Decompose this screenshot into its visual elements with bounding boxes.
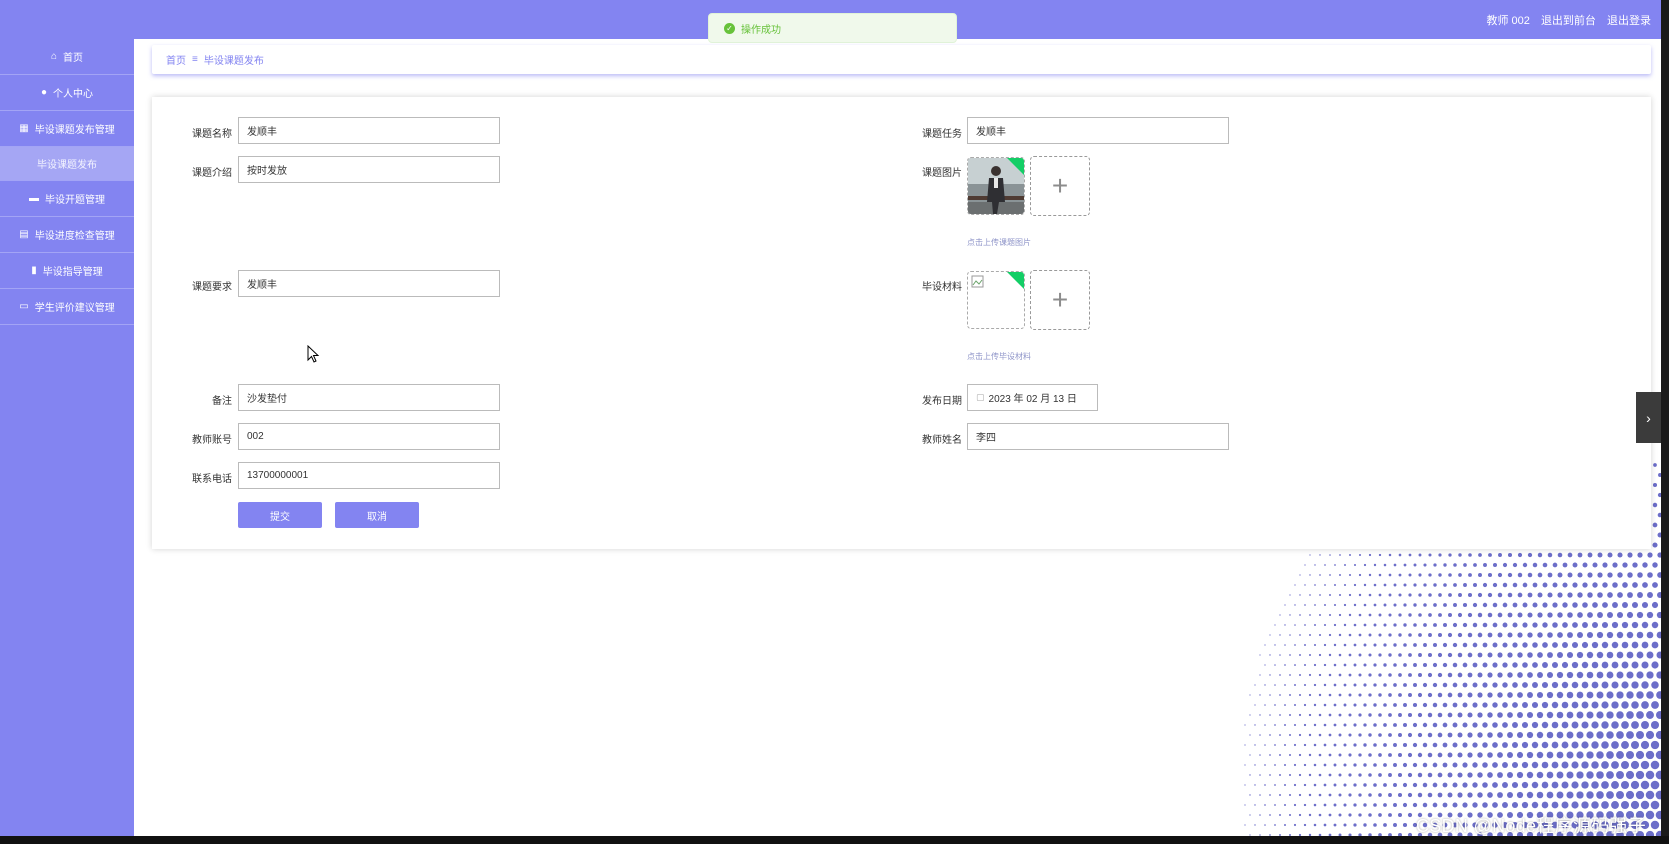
home-icon: ⌂ — [50, 51, 58, 62]
grid-icon: ▦ — [19, 123, 29, 134]
sidebar-item-profile[interactable]: ● 个人中心 — [0, 75, 134, 111]
breadcrumb-current: 毕设课题发布 — [203, 56, 264, 67]
window-right-edge — [1661, 0, 1669, 844]
sidebar-item-label: 毕设课题发布 — [37, 160, 97, 171]
topic-image-thumb[interactable] — [967, 157, 1025, 215]
check-circle-icon: ✓ — [724, 22, 735, 34]
task-input[interactable]: 发顺丰 — [967, 117, 1229, 144]
upload-success-mark — [1007, 272, 1024, 289]
submit-button[interactable]: 提交 — [238, 502, 322, 528]
broken-image-icon — [971, 275, 984, 288]
cancel-button[interactable]: 取消 — [335, 502, 419, 528]
breadcrumb: 首页 ≡ 毕设课题发布 — [152, 45, 1651, 74]
title-label: 课题名称 — [192, 129, 232, 140]
breadcrumb-home[interactable]: 首页 — [166, 52, 186, 67]
teacher-name-input[interactable]: 李四 — [967, 423, 1229, 450]
sidebar-item-label: 个人中心 — [53, 89, 94, 100]
sidebar-item-topic-manage[interactable]: ▦ 毕设课题发布管理 — [0, 111, 134, 147]
material-upload-hint[interactable]: 点击上传毕设材料 — [967, 351, 1031, 362]
breadcrumb-separator: ≡ — [192, 54, 198, 65]
material-thumb[interactable] — [967, 271, 1025, 329]
plus-icon: + — [1051, 284, 1069, 315]
sidebar-subitem-topic-publish[interactable]: 毕设课题发布 — [0, 147, 134, 181]
sidebar-item-label: 学生评价建议管理 — [34, 303, 115, 314]
intro-input[interactable]: 按时发放 — [238, 156, 500, 183]
requirement-input[interactable]: 发顺丰 — [238, 270, 500, 297]
phone-input[interactable]: 13700000001 — [238, 462, 500, 489]
requirement-label: 课题要求 — [192, 282, 232, 293]
sidebar-item-opening[interactable]: ▬ 毕设开题管理 — [0, 181, 134, 217]
sidebar-item-label: 毕设开题管理 — [45, 195, 105, 206]
sidebar: ⌂ 首页 ● 个人中心 ▦ 毕设课题发布管理 毕设课题发布 ▬ 毕设开题管理 ▤… — [0, 39, 134, 836]
sidebar-item-evaluation[interactable]: ▭ 学生评价建议管理 — [0, 289, 134, 325]
csdn-watermark: CSDN @Node程序源码强子 — [1416, 816, 1647, 836]
material-label: 毕设材料 — [922, 282, 962, 293]
table-icon: ▤ — [19, 229, 29, 240]
side-drawer-toggle[interactable]: › — [1636, 392, 1661, 443]
title-input[interactable]: 发顺丰 — [238, 117, 500, 144]
phone-label: 联系电话 — [192, 474, 232, 485]
sidebar-item-guidance[interactable]: ▮ 毕设指导管理 — [0, 253, 134, 289]
calendar-icon: ▢ — [976, 392, 985, 402]
sidebar-item-label: 毕设指导管理 — [42, 267, 103, 278]
publish-date-value: 2023 年 02 月 13 日 — [988, 394, 1077, 405]
toast-message: 操作成功 — [741, 24, 781, 36]
ticket-icon: ▭ — [19, 301, 29, 312]
mouse-cursor-icon — [307, 345, 320, 363]
topbar-user-area: 教师 002 退出到前台 退出登录 — [1478, 12, 1651, 28]
briefcase-icon: ▬ — [29, 193, 39, 204]
chevron-right-icon: › — [1646, 409, 1651, 426]
add-material-button[interactable]: + — [1030, 270, 1090, 330]
date-label: 发布日期 — [922, 396, 962, 407]
sidebar-item-home[interactable]: ⌂ 首页 — [0, 39, 134, 75]
image-upload-hint[interactable]: 点击上传课题图片 — [967, 237, 1031, 248]
remark-input[interactable]: 沙发垫付 — [238, 384, 500, 411]
image-label: 课题图片 — [922, 168, 962, 179]
publish-date-picker[interactable]: ▢ 2023 年 02 月 13 日 — [967, 384, 1098, 411]
clipboard-icon: ▮ — [31, 265, 37, 276]
sidebar-item-label: 首页 — [63, 53, 84, 64]
add-image-button[interactable]: + — [1030, 156, 1090, 216]
sidebar-item-progress[interactable]: ▤ 毕设进度检查管理 — [0, 217, 134, 253]
teacher-no-label: 教师账号 — [192, 435, 232, 446]
teacher-no-input[interactable]: 002 — [238, 423, 500, 450]
teacher-name-label: 教师姓名 — [922, 435, 962, 446]
logout-link[interactable]: 退出登录 — [1607, 15, 1651, 27]
goto-front-link[interactable]: 退出到前台 — [1541, 15, 1596, 27]
sidebar-item-label: 毕设课题发布管理 — [34, 125, 115, 136]
intro-label: 课题介绍 — [192, 168, 232, 179]
remark-label: 备注 — [212, 396, 232, 407]
success-toast: ✓ 操作成功 — [708, 13, 957, 43]
task-label: 课题任务 — [922, 129, 962, 140]
current-user: 教师 002 — [1486, 15, 1530, 27]
sidebar-item-label: 毕设进度检查管理 — [34, 231, 115, 242]
plus-icon: + — [1051, 170, 1069, 201]
user-icon: ● — [40, 87, 48, 98]
topic-form-panel: 课题名称 发顺丰 课题任务 发顺丰 课题介绍 按时发放 课题图片 + 点击上传课… — [152, 97, 1651, 549]
